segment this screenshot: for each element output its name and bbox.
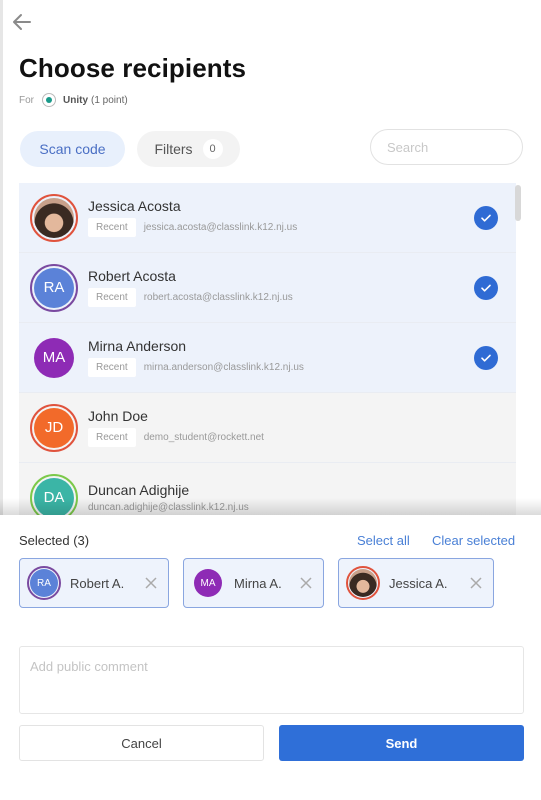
- recipient-name: John Doe: [88, 408, 148, 424]
- send-button[interactable]: Send: [279, 725, 524, 761]
- assignment-info: For Unity (1 point): [19, 93, 128, 107]
- page-title: Choose recipients: [19, 53, 247, 83]
- avatar-photo: [346, 566, 380, 600]
- recent-tag: Recent: [88, 288, 136, 307]
- recipient-email: robert.acosta@classlink.k12.nj.us: [143, 292, 293, 303]
- filters-button[interactable]: Filters 0: [137, 131, 240, 167]
- recipient-list[interactable]: Jessica Acosta Recent jessica.acosta@cla…: [19, 183, 516, 515]
- remove-icon[interactable]: [144, 576, 158, 590]
- for-label: For: [19, 94, 34, 106]
- avatar-initials: MA: [194, 569, 222, 597]
- checkmark-icon[interactable]: [474, 275, 498, 300]
- selection-sheet: Selected (3) Select all Clear selected R…: [0, 515, 541, 800]
- chip-label: Jessica A.: [389, 575, 448, 591]
- assignment-icon: [42, 93, 56, 107]
- search-input[interactable]: [370, 129, 523, 165]
- public-comment-input[interactable]: [19, 646, 524, 714]
- selected-chip[interactable]: Jessica A.: [338, 558, 494, 608]
- arrow-left-icon: [13, 14, 31, 30]
- scan-code-label: Scan code: [39, 141, 106, 157]
- filters-label: Filters: [154, 141, 193, 157]
- recipient-email: mirna.anderson@classlink.k12.nj.us: [143, 362, 304, 373]
- recipient-email: demo_student@rockett.net: [143, 432, 264, 443]
- assignment-points: (1 point): [91, 94, 128, 106]
- avatar-initials: MA: [34, 337, 74, 378]
- selected-count-title: Selected (3): [19, 533, 90, 548]
- send-label: Send: [385, 735, 418, 751]
- checkmark-icon[interactable]: [474, 345, 498, 370]
- cancel-button[interactable]: Cancel: [19, 725, 264, 761]
- clear-selected-link[interactable]: Clear selected: [432, 533, 515, 548]
- chip-label: Robert A.: [70, 575, 125, 591]
- remove-icon[interactable]: [299, 576, 313, 590]
- avatar-initials: RA: [27, 566, 61, 600]
- recipient-row[interactable]: Jessica Acosta Recent jessica.acosta@cla…: [19, 183, 516, 253]
- filters-count-badge: 0: [202, 139, 223, 159]
- recipient-row[interactable]: MA Mirna Anderson Recent mirna.anderson@…: [19, 323, 516, 393]
- recent-tag: Recent: [88, 218, 136, 237]
- sheet-shadow: [0, 498, 541, 516]
- recipient-name: Jessica Acosta: [88, 198, 181, 214]
- select-all-link[interactable]: Select all: [357, 533, 410, 548]
- scan-code-button[interactable]: Scan code: [20, 131, 125, 167]
- list-scrollbar[interactable]: [515, 185, 521, 221]
- back-button[interactable]: [10, 10, 34, 34]
- recipient-row[interactable]: JD John Doe Recent demo_student@rockett.…: [19, 393, 516, 463]
- chip-label: Mirna A.: [234, 575, 282, 591]
- selected-chip[interactable]: MA Mirna A.: [183, 558, 324, 608]
- avatar-initials: RA: [30, 263, 78, 312]
- avatar-initials: JD: [30, 403, 78, 452]
- recipient-row[interactable]: RA Robert Acosta Recent robert.acosta@cl…: [19, 253, 516, 323]
- assignment-name: Unity: [63, 94, 88, 106]
- recipient-name: Duncan Adighije: [88, 482, 190, 498]
- checkmark-icon[interactable]: [474, 205, 498, 230]
- recipient-name: Mirna Anderson: [88, 338, 187, 354]
- selected-chip[interactable]: RA Robert A.: [19, 558, 169, 608]
- recipient-name: Robert Acosta: [88, 268, 176, 284]
- avatar-photo: [30, 193, 78, 242]
- remove-icon[interactable]: [469, 576, 483, 590]
- recipient-email: jessica.acosta@classlink.k12.nj.us: [143, 222, 298, 233]
- cancel-label: Cancel: [121, 735, 162, 751]
- recent-tag: Recent: [88, 428, 136, 447]
- recent-tag: Recent: [88, 358, 136, 377]
